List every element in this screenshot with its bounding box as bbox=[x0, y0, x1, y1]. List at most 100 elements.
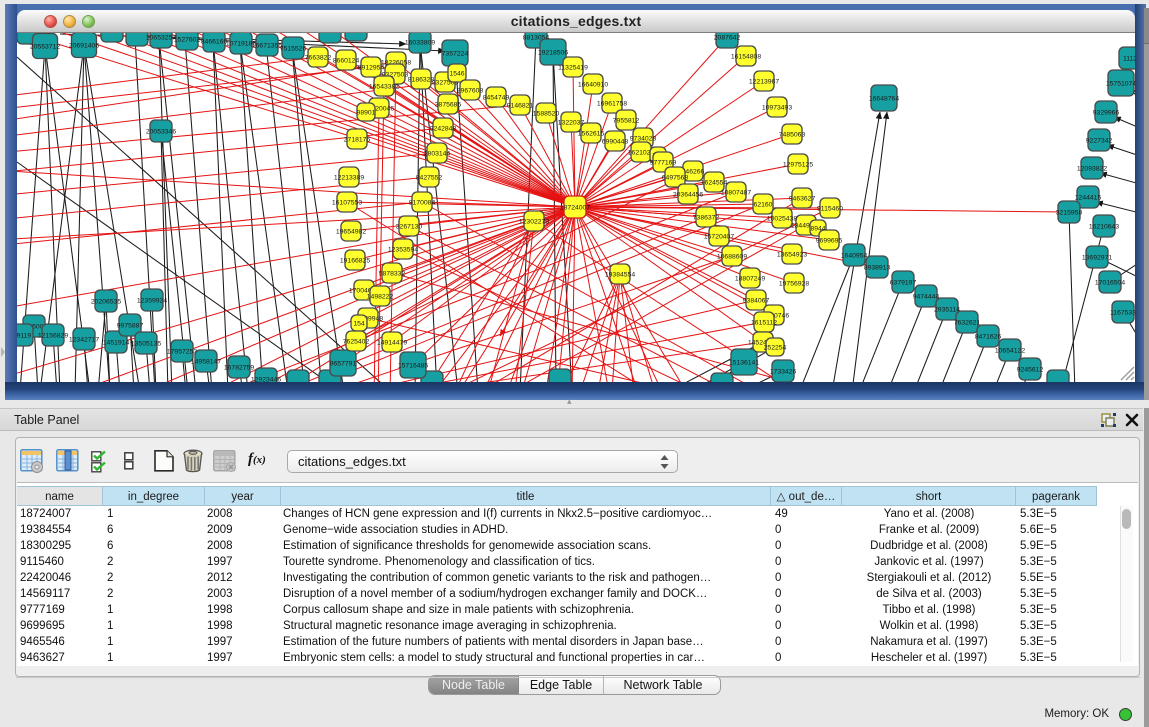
svg-text:62160: 62160 bbox=[754, 202, 773, 209]
svg-text:19218506: 19218506 bbox=[538, 50, 568, 57]
svg-text:7386372: 7386372 bbox=[693, 215, 720, 222]
svg-text:10688609: 10688609 bbox=[717, 254, 747, 261]
svg-text:3215958: 3215958 bbox=[1056, 210, 1083, 217]
svg-text:9699695: 9699695 bbox=[816, 238, 843, 245]
svg-text:252254: 252254 bbox=[764, 345, 787, 352]
svg-text:8466160: 8466160 bbox=[201, 39, 228, 46]
svg-text:3875685: 3875685 bbox=[435, 102, 462, 109]
svg-text:9115460: 9115460 bbox=[817, 206, 843, 213]
svg-text:15136141: 15136141 bbox=[729, 360, 759, 367]
svg-text:6990448: 6990448 bbox=[602, 139, 629, 146]
svg-text:10653257: 10653257 bbox=[146, 35, 176, 42]
svg-text:13505135: 13505135 bbox=[131, 341, 161, 348]
svg-text:12975125: 12975125 bbox=[783, 162, 813, 169]
svg-text:19654982: 19654982 bbox=[336, 229, 366, 236]
svg-text:12302273: 12302273 bbox=[519, 219, 549, 226]
svg-text:1546: 1546 bbox=[449, 71, 464, 78]
svg-text:10025438: 10025438 bbox=[767, 216, 797, 223]
svg-text:16210643: 16210643 bbox=[1089, 224, 1119, 231]
svg-text:9329966: 9329966 bbox=[1093, 110, 1120, 117]
svg-text:98901: 98901 bbox=[357, 110, 376, 117]
svg-text:12093822: 12093822 bbox=[1077, 166, 1107, 173]
svg-text:12156829: 12156829 bbox=[38, 333, 68, 340]
svg-text:13692971: 13692971 bbox=[1082, 255, 1112, 262]
svg-text:19166825: 19166825 bbox=[340, 258, 370, 265]
svg-text:5878332: 5878332 bbox=[379, 271, 406, 278]
svg-text:17016504: 17016504 bbox=[1095, 280, 1125, 287]
svg-text:2718176: 2718176 bbox=[344, 137, 371, 144]
svg-text:8454749: 8454749 bbox=[483, 95, 510, 102]
svg-text:1498222: 1498222 bbox=[367, 294, 394, 301]
svg-text:12923446: 12923446 bbox=[251, 377, 281, 383]
svg-text:1640954: 1640954 bbox=[841, 253, 868, 260]
svg-text:8938913: 8938913 bbox=[864, 265, 891, 272]
svg-text:18807249: 18807249 bbox=[735, 276, 765, 283]
svg-text:154: 154 bbox=[353, 321, 365, 328]
svg-text:1112: 1112 bbox=[1123, 56, 1135, 63]
svg-text:16543382: 16543382 bbox=[369, 84, 399, 91]
svg-text:10973493: 10973493 bbox=[762, 105, 792, 112]
svg-text:11325419: 11325419 bbox=[558, 65, 588, 72]
svg-text:9474444: 9474444 bbox=[913, 294, 940, 301]
svg-text:2087642: 2087642 bbox=[714, 35, 741, 42]
svg-text:9657791: 9657791 bbox=[330, 361, 357, 368]
svg-text:16107553: 16107553 bbox=[332, 200, 362, 207]
svg-text:16782759: 16782759 bbox=[224, 365, 254, 372]
svg-text:16640910: 16640910 bbox=[578, 82, 608, 89]
svg-text:18724007: 18724007 bbox=[560, 205, 590, 212]
svg-text:1733426: 1733426 bbox=[770, 369, 797, 376]
svg-text:13654923: 13654923 bbox=[777, 252, 807, 259]
svg-text:15716485: 15716485 bbox=[398, 363, 428, 370]
svg-text:9245612: 9245612 bbox=[1017, 367, 1044, 374]
svg-text:17957253: 17957253 bbox=[167, 349, 197, 356]
svg-text:9242848: 9242848 bbox=[430, 126, 457, 133]
svg-text:8660124: 8660124 bbox=[333, 58, 360, 65]
svg-text:1244415: 1244415 bbox=[1075, 195, 1102, 202]
svg-text:7515526: 7515526 bbox=[280, 46, 307, 53]
svg-text:8186328: 8186328 bbox=[408, 77, 435, 84]
svg-text:8427552: 8427552 bbox=[416, 175, 443, 182]
svg-text:10654122: 10654122 bbox=[995, 348, 1025, 355]
svg-text:12342717: 12342717 bbox=[69, 337, 99, 344]
svg-text:7663822: 7663822 bbox=[305, 55, 332, 62]
svg-text:14914479: 14914479 bbox=[377, 340, 407, 347]
svg-text:39119: 39119 bbox=[17, 333, 31, 340]
svg-text:1615112: 1615112 bbox=[751, 320, 777, 327]
svg-text:1527602: 1527602 bbox=[174, 37, 201, 44]
svg-text:20206535: 20206535 bbox=[91, 299, 121, 306]
svg-text:1624554: 1624554 bbox=[701, 180, 728, 187]
svg-text:9146821: 9146821 bbox=[507, 103, 534, 110]
svg-text:12359924: 12359924 bbox=[137, 298, 167, 305]
svg-text:9463627: 9463627 bbox=[789, 196, 816, 203]
svg-text:12213967: 12213967 bbox=[749, 79, 779, 86]
svg-text:1588520: 1588520 bbox=[533, 111, 560, 118]
svg-text:1451914: 1451914 bbox=[103, 340, 130, 347]
svg-text:16671355: 16671355 bbox=[252, 43, 282, 50]
svg-text:14958147: 14958147 bbox=[191, 359, 221, 366]
svg-text:1322037: 1322037 bbox=[558, 120, 585, 127]
svg-text:3267130: 3267130 bbox=[396, 224, 423, 231]
svg-text:2935114: 2935114 bbox=[934, 307, 960, 314]
svg-text:16961758: 16961758 bbox=[597, 101, 627, 108]
svg-text:20553712: 20553712 bbox=[30, 44, 60, 51]
svg-text:20364456: 20364456 bbox=[673, 192, 703, 199]
svg-text:19756928: 19756928 bbox=[779, 281, 809, 288]
svg-text:9777169: 9777169 bbox=[650, 160, 677, 167]
svg-text:7955812: 7955812 bbox=[613, 118, 640, 125]
svg-text:15751074: 15751074 bbox=[1106, 81, 1135, 88]
svg-text:2967608: 2967608 bbox=[457, 88, 484, 95]
svg-text:8170084: 8170084 bbox=[409, 200, 436, 207]
svg-text:9975887: 9975887 bbox=[117, 323, 144, 330]
svg-text:16648764: 16648764 bbox=[869, 96, 899, 103]
svg-text:9227342: 9227342 bbox=[1086, 138, 1113, 145]
svg-text:9384067: 9384067 bbox=[743, 298, 770, 305]
svg-text:1562615: 1562615 bbox=[578, 131, 605, 138]
svg-text:16154808: 16154808 bbox=[731, 54, 761, 61]
svg-text:12213389: 12213389 bbox=[334, 175, 364, 182]
svg-text:16033809: 16033809 bbox=[405, 40, 435, 47]
svg-text:8471626: 8471626 bbox=[975, 334, 1002, 341]
svg-text:6497568: 6497568 bbox=[662, 175, 689, 182]
svg-text:6379197: 6379197 bbox=[890, 280, 917, 287]
svg-text:7632621: 7632621 bbox=[954, 320, 981, 327]
svg-text:7485063: 7485063 bbox=[779, 132, 806, 139]
